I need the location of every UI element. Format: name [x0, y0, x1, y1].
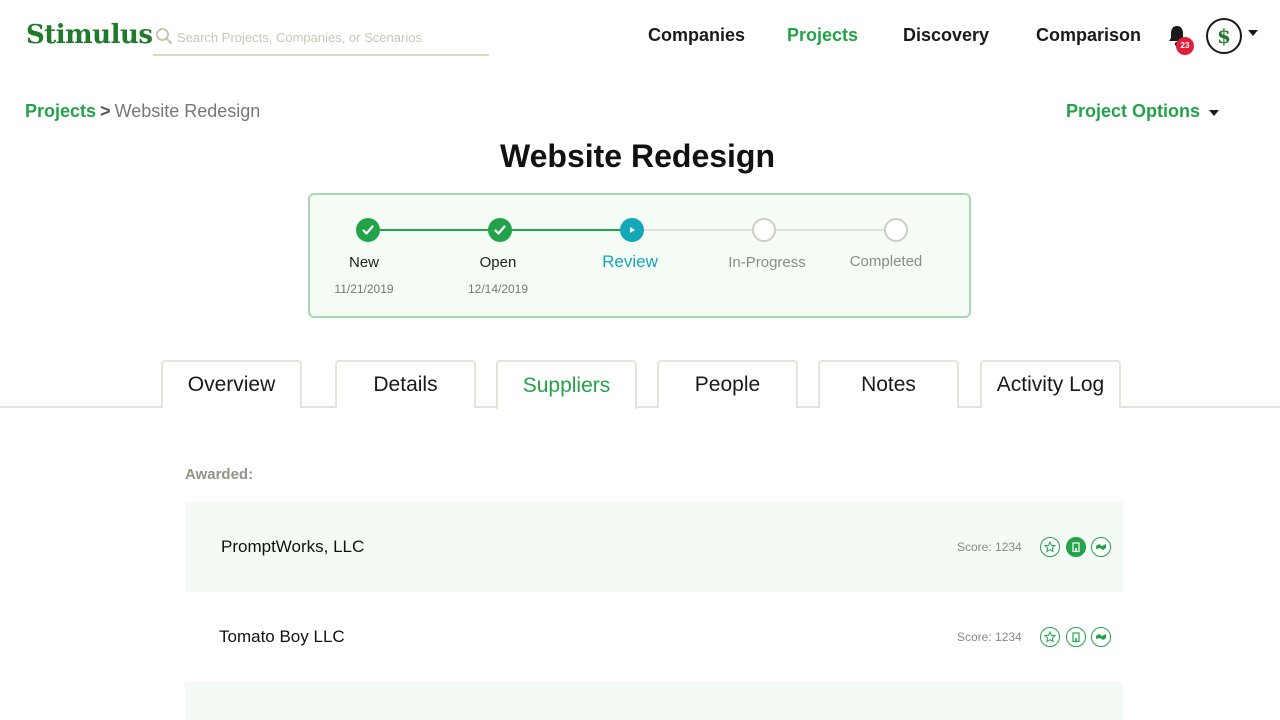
search-bar[interactable] [153, 24, 489, 56]
step-open-check-icon [488, 218, 512, 242]
supplier-name[interactable]: Tomato Boy LLC [219, 627, 345, 647]
supplier-score: Score: 1234 [957, 540, 1022, 554]
notification-badge: 23 [1176, 37, 1194, 55]
step-label-new: New [348, 254, 379, 271]
nav-projects[interactable]: Projects [787, 25, 858, 46]
search-input[interactable] [177, 26, 477, 48]
step-connector [632, 229, 764, 231]
step-inprogress-dot [752, 218, 776, 242]
supplier-name[interactable]: PromptWorks, LLC [221, 537, 364, 557]
page-title: Website Redesign [499, 138, 776, 174]
status-stepper: New 11/21/2019 Open 12/14/2019 Review In… [308, 193, 971, 318]
tab-people[interactable]: People [657, 360, 798, 408]
nav-companies[interactable]: Companies [648, 25, 745, 46]
nav-comparison[interactable]: Comparison [1036, 25, 1141, 46]
step-label-completed: Completed [849, 253, 923, 270]
supplier-row[interactable] [185, 682, 1123, 720]
user-avatar[interactable]: $ [1206, 18, 1242, 54]
step-review-play-icon [620, 218, 644, 242]
step-label-review: Review [602, 252, 658, 271]
handshake-icon[interactable] [1091, 627, 1111, 647]
breadcrumb-current: Website Redesign [114, 101, 261, 121]
nav-discovery[interactable]: Discovery [903, 25, 989, 46]
breadcrumb-projects-link[interactable]: Projects [25, 101, 96, 121]
breadcrumb: Projects > Website Redesign [25, 101, 260, 122]
building-icon[interactable] [1066, 537, 1086, 557]
tab-details[interactable]: Details [335, 360, 476, 408]
step-new-check-icon [356, 218, 380, 242]
step-connector [500, 229, 632, 231]
supplier-row[interactable]: Tomato Boy LLC Score: 1234 [185, 592, 1123, 682]
supplier-row[interactable]: PromptWorks, LLC Score: 1234 [185, 502, 1123, 592]
building-icon[interactable] [1066, 627, 1086, 647]
supplier-score: Score: 1234 [957, 630, 1022, 644]
step-date-new: 11/21/2019 [334, 282, 394, 296]
chevron-down-icon[interactable] [1248, 30, 1258, 36]
step-label-open: Open [479, 254, 517, 271]
tab-overview[interactable]: Overview [161, 360, 302, 408]
star-icon[interactable] [1040, 627, 1060, 647]
search-icon [156, 28, 173, 45]
tab-suppliers[interactable]: Suppliers [496, 360, 637, 409]
tab-notes[interactable]: Notes [818, 360, 959, 408]
tab-activity-log[interactable]: Activity Log [980, 360, 1121, 408]
chevron-down-icon[interactable] [1209, 110, 1219, 116]
step-connector [764, 229, 896, 231]
star-icon[interactable] [1040, 537, 1060, 557]
step-date-open: 12/14/2019 [467, 282, 529, 296]
step-completed-dot [884, 218, 908, 242]
stimulus-logo[interactable]: Stimulus [26, 20, 153, 50]
project-options-button[interactable]: Project Options [1066, 101, 1200, 122]
awarded-section-label: Awarded: [185, 466, 254, 483]
breadcrumb-separator: > [100, 101, 111, 121]
step-connector [368, 229, 500, 231]
handshake-icon[interactable] [1091, 537, 1111, 557]
